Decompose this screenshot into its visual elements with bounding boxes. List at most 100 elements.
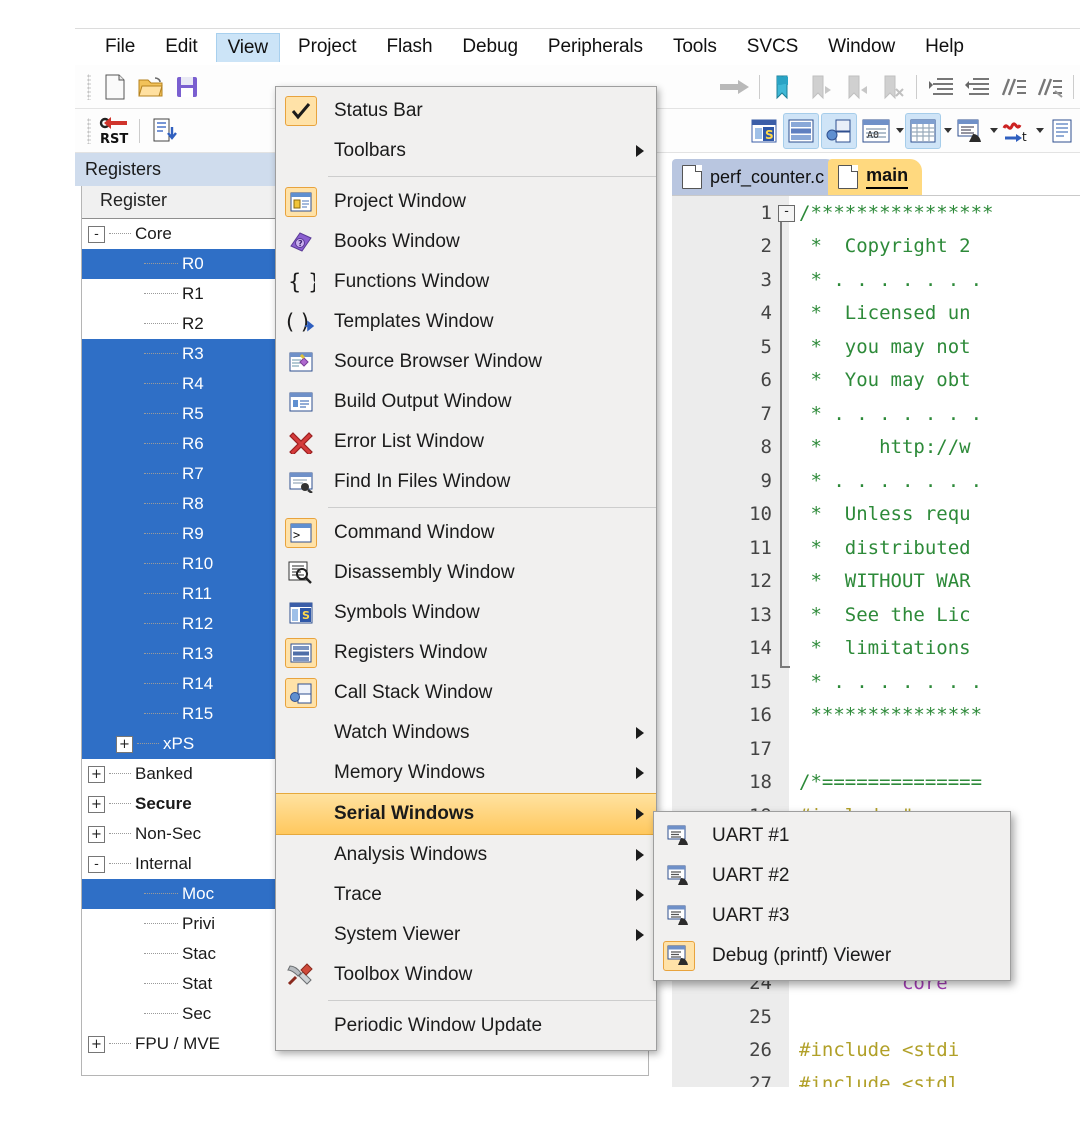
toolbar-grip[interactable] xyxy=(87,73,91,100)
indent-right-icon[interactable] xyxy=(924,70,958,104)
next-bookmark-icon[interactable] xyxy=(839,70,873,104)
register-name-label: Banked xyxy=(135,764,193,783)
fold-toggle-icon[interactable]: - xyxy=(778,203,795,223)
serial-dropdown-caret-icon[interactable] xyxy=(990,128,998,133)
submenu-item-uart-3[interactable]: UART #3 xyxy=(654,896,1010,936)
menubar-item-edit[interactable]: Edit xyxy=(153,32,209,62)
code-text: * limitations xyxy=(799,637,971,660)
save-file-icon[interactable] xyxy=(170,70,204,104)
uncomment-lines-icon[interactable] xyxy=(1032,70,1066,104)
menubar-item-view[interactable]: View xyxy=(215,32,281,62)
register-name-label: R4 xyxy=(182,374,204,393)
menu-item-watch-windows[interactable]: Watch Windows xyxy=(276,713,656,753)
trace-dropdown-caret-icon[interactable] xyxy=(1036,128,1044,133)
line-number: 26 xyxy=(749,1039,772,1062)
menu-item-project-window[interactable]: Project Window xyxy=(276,182,656,222)
svg-text:A0: A0 xyxy=(867,130,879,141)
tab-perf-counter-c[interactable]: perf_counter.c xyxy=(672,159,839,195)
clear-bookmarks-icon[interactable] xyxy=(875,70,909,104)
menu-icon-empty xyxy=(285,880,317,910)
expand-icon[interactable]: + xyxy=(88,765,105,783)
menu-separator xyxy=(328,1000,656,1001)
collapse-icon[interactable]: - xyxy=(88,855,105,873)
expand-icon[interactable]: + xyxy=(88,795,105,813)
open-file-icon[interactable] xyxy=(134,70,168,104)
menu-item-build-output-window[interactable]: Build Output Window xyxy=(276,382,656,422)
menu-item-find-in-files-window[interactable]: Find In Files Window xyxy=(276,462,656,502)
menubar-item-file[interactable]: File xyxy=(93,32,147,62)
menu-item-source-browser-window[interactable]: Source Browser Window xyxy=(276,342,656,382)
system-viewer-icon[interactable] xyxy=(1045,114,1079,148)
tree-connector xyxy=(109,773,131,775)
menu-item-templates-window[interactable]: ( ) Templates Window xyxy=(276,302,656,342)
toolbar-grip[interactable] xyxy=(87,117,91,144)
memory-dropdown-caret-icon[interactable] xyxy=(896,128,904,133)
tree-connector xyxy=(144,413,178,415)
tree-connector xyxy=(144,323,178,325)
tree-connector xyxy=(144,1013,178,1015)
expand-icon[interactable]: + xyxy=(116,735,133,753)
step-into-icon[interactable] xyxy=(147,114,181,148)
menubar-item-window[interactable]: Window xyxy=(816,32,907,62)
tab-main[interactable]: main xyxy=(828,159,923,195)
menu-item-registers-window[interactable]: Registers Window xyxy=(276,633,656,673)
menubar-item-tools[interactable]: Tools xyxy=(661,32,729,62)
code-line: 15 * . . . . . . . xyxy=(672,665,1080,699)
menu-item-status-bar[interactable]: Status Bar xyxy=(276,91,656,131)
submenu-item-label: UART #2 xyxy=(712,865,790,886)
menubar-item-help[interactable]: Help xyxy=(913,32,976,62)
menu-item-icon-slot: S xyxy=(276,593,326,633)
code-line: 5 * you may not xyxy=(672,330,1080,364)
new-file-icon[interactable] xyxy=(98,70,132,104)
menu-item-command-window[interactable]: > Command Window xyxy=(276,513,656,553)
step-arrow-icon[interactable] xyxy=(718,70,752,104)
menu-item-analysis-windows[interactable]: Analysis Windows xyxy=(276,835,656,875)
tree-connector xyxy=(109,1043,131,1045)
menu-item-functions-window[interactable]: { } Functions Window xyxy=(276,262,656,302)
prev-bookmark-icon[interactable] xyxy=(803,70,837,104)
memory-window-icon[interactable]: A0 xyxy=(859,114,893,148)
serial-window-icon[interactable] xyxy=(953,114,987,148)
collapse-icon[interactable]: - xyxy=(88,225,105,243)
menu-item-call-stack-window[interactable]: Call Stack Window xyxy=(276,673,656,713)
call-stack-icon[interactable] xyxy=(821,112,857,149)
menu-item-disassembly-window[interactable]: Disassembly Window xyxy=(276,553,656,593)
tree-connector xyxy=(144,893,178,895)
reset-icon[interactable]: RST xyxy=(98,114,132,148)
checkmark-icon xyxy=(285,96,317,126)
trace-icon[interactable]: t xyxy=(999,114,1033,148)
menu-item-label: Watch Windows xyxy=(334,722,470,743)
menubar-item-peripherals[interactable]: Peripherals xyxy=(536,32,655,62)
menu-item-trace[interactable]: Trace xyxy=(276,875,656,915)
menu-item-periodic-window-update[interactable]: Periodic Window Update xyxy=(276,1006,656,1046)
submenu-item-debug-printf-viewer[interactable]: Debug (printf) Viewer xyxy=(654,936,1010,976)
menu-item-memory-windows[interactable]: Memory Windows xyxy=(276,753,656,793)
code-text: * See the Lic xyxy=(799,603,971,626)
menubar-item-project[interactable]: Project xyxy=(286,32,368,62)
indent-left-icon[interactable] xyxy=(960,70,994,104)
code-text: * you may not xyxy=(799,335,971,358)
menubar-item-debug[interactable]: Debug xyxy=(450,32,530,62)
expand-icon[interactable]: + xyxy=(88,1035,105,1053)
menu-item-serial-windows[interactable]: Serial Windows xyxy=(276,793,656,835)
expand-icon[interactable]: + xyxy=(88,825,105,843)
menu-item-error-list-window[interactable]: Error List Window xyxy=(276,422,656,462)
watch-dropdown-caret-icon[interactable] xyxy=(944,128,952,133)
insert-bookmark-icon[interactable] xyxy=(767,70,801,104)
comment-lines-icon[interactable] xyxy=(996,70,1030,104)
watch-window-icon[interactable] xyxy=(905,112,941,149)
submenu-item-uart-2[interactable]: UART #2 xyxy=(654,856,1010,896)
registers-window-icon[interactable] xyxy=(783,112,819,149)
submenu-item-uart-1[interactable]: UART #1 xyxy=(654,816,1010,856)
menu-item-books-window[interactable]: ? Books Window xyxy=(276,222,656,262)
menubar-item-flash[interactable]: Flash xyxy=(374,32,444,62)
tree-connector xyxy=(144,923,178,925)
menu-item-label: Find In Files Window xyxy=(334,471,511,492)
menubar-item-svcs[interactable]: SVCS xyxy=(735,32,810,62)
menu-item-toolbox-window[interactable]: Toolbox Window xyxy=(276,955,656,995)
code-text: * . . . . . . . xyxy=(799,670,983,693)
menu-item-toolbars[interactable]: Toolbars xyxy=(276,131,656,171)
menu-item-system-viewer[interactable]: System Viewer xyxy=(276,915,656,955)
symbols-window-icon[interactable]: S xyxy=(747,114,781,148)
menu-item-symbols-window[interactable]: S Symbols Window xyxy=(276,593,656,633)
